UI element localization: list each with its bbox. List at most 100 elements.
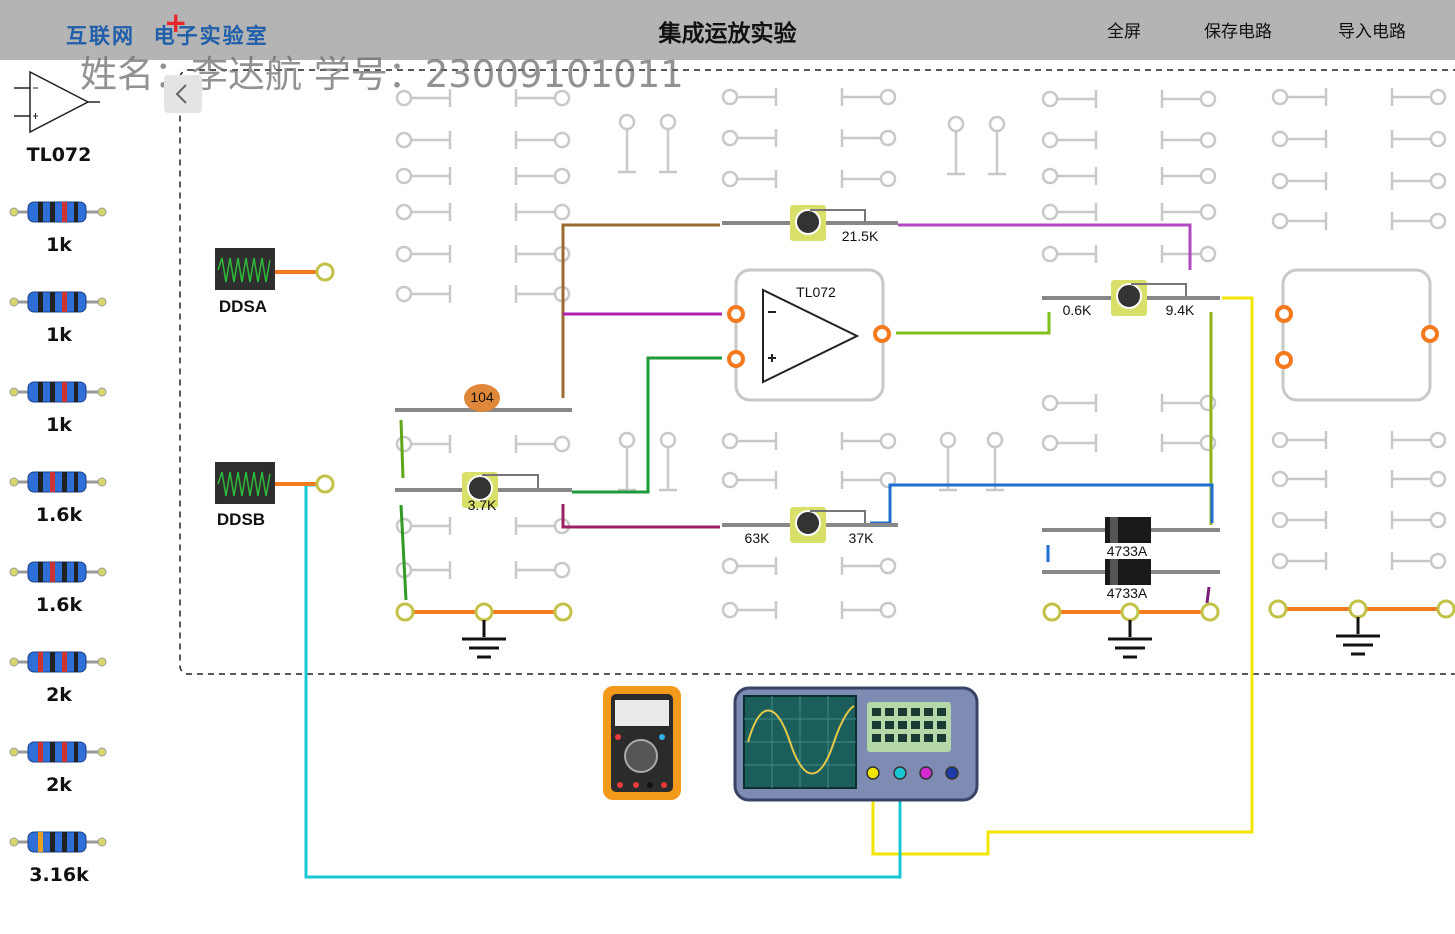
circuit-canvas: DDSA DDSB 104 TL072 21.5K 0.6K 9.4K 3.7K…: [9, 69, 1455, 879]
palette-item-resistor[interactable]: 1k: [14, 324, 104, 346]
pot-top-label: 21.5K: [842, 228, 879, 244]
diode-1-label: 4733A: [1107, 543, 1148, 559]
breadboard-contact: [1429, 88, 1447, 106]
pot-right-right-label: 9.4K: [1166, 302, 1195, 318]
breadboard-contact: [721, 170, 739, 188]
breadboard-contact: [1199, 90, 1217, 108]
breadboard-contact: [395, 167, 413, 185]
breadboard-contact: [1271, 212, 1289, 230]
breadboard-contact: [553, 131, 571, 149]
breadboard-contact: [986, 431, 1004, 449]
breadboard-contact: [1429, 511, 1447, 529]
ddsb-source-icon: [215, 462, 275, 504]
breadboard-contact: [395, 285, 413, 303]
diode-2-label: 4733A: [1107, 585, 1148, 601]
ddsa-label: DDSA: [219, 297, 267, 316]
breadboard-contact: [395, 245, 413, 263]
breadboard-contact: [1199, 203, 1217, 221]
chevron-left-icon: [175, 84, 187, 104]
breadboard-contact: [1199, 245, 1217, 263]
breadboard-contact: [1041, 90, 1059, 108]
breadboard-contact: [1429, 470, 1447, 488]
breadboard-contact: [659, 431, 677, 449]
resistor-icon: [9, 561, 107, 583]
resistor-icon: [9, 831, 107, 853]
breadboard-contact: [395, 203, 413, 221]
breadboard-contact: [1041, 131, 1059, 149]
breadboard-contact: [553, 203, 571, 221]
palette-item-tl072[interactable]: TL072: [14, 144, 104, 166]
resistor-icon: [9, 651, 107, 673]
breadboard-contact: [1429, 212, 1447, 230]
capacitor-label: 104: [470, 389, 494, 405]
breadboard-contact: [939, 431, 957, 449]
pot-left-label: 3.7K: [468, 497, 497, 513]
breadboard-contact: [721, 601, 739, 619]
pot-bottom-right-label: 37K: [849, 530, 875, 546]
breadboard-contact: [947, 115, 965, 133]
breadboard-contact: [1199, 394, 1217, 412]
breadboard-contact: [1429, 172, 1447, 190]
breadboard-contact: [395, 517, 413, 535]
breadboard-contact: [395, 435, 413, 453]
breadboard-contact: [618, 113, 636, 131]
empty-module-slot: [1275, 268, 1439, 402]
breadboard-contact: [1429, 431, 1447, 449]
breadboard-contact: [395, 131, 413, 149]
breadboard-contact: [1429, 130, 1447, 148]
breadboard-contact: [553, 167, 571, 185]
breadboard-contact: [1271, 431, 1289, 449]
breadboard-contact: [618, 431, 636, 449]
palette-item-resistor[interactable]: 1.6k: [14, 594, 104, 616]
breadboard-contact: [1271, 88, 1289, 106]
breadboard-contact: [1271, 172, 1289, 190]
breadboard-contact: [721, 557, 739, 575]
breadboard-contact: [879, 432, 897, 450]
breadboard-contact: [553, 435, 571, 453]
breadboard-contact: [553, 561, 571, 579]
oscilloscope-icon: [733, 686, 979, 802]
collapse-panel-button[interactable]: [164, 75, 202, 113]
breadboard-contact: [721, 471, 739, 489]
breadboard-contact: [1429, 552, 1447, 570]
breadboard-contact: [1041, 167, 1059, 185]
breadboard-contact: [1041, 245, 1059, 263]
breadboard-contact: [1199, 131, 1217, 149]
breadboard-contact: [1271, 470, 1289, 488]
palette-item-resistor[interactable]: 1.6k: [14, 504, 104, 526]
multimeter-icon: [603, 686, 681, 800]
breadboard-contact: [1041, 434, 1059, 452]
palette-item-resistor[interactable]: 2k: [14, 684, 104, 706]
opamp-label: TL072: [796, 284, 836, 300]
ground-icon: [462, 617, 1380, 659]
breadboard-contact: [1271, 552, 1289, 570]
breadboard-contact: [879, 88, 897, 106]
palette-item-resistor[interactable]: 1k: [14, 414, 104, 436]
breadboard-contact: [721, 432, 739, 450]
breadboard-contact: [659, 113, 677, 131]
resistor-icon: [9, 741, 107, 763]
breadboard-contact: [879, 129, 897, 147]
palette-item-resistor[interactable]: 2k: [14, 774, 104, 796]
palette-item-resistor[interactable]: 1k: [14, 234, 104, 256]
pot-bottom-left-label: 63K: [745, 530, 771, 546]
breadboard-contact: [879, 170, 897, 188]
ddsb-label: DDSB: [217, 510, 265, 529]
breadboard-contact: [1041, 394, 1059, 412]
breadboard-contact: [721, 88, 739, 106]
palette-item-resistor[interactable]: 3.16k: [14, 864, 104, 886]
resistor-icon: [9, 291, 107, 313]
breadboard-contact: [879, 557, 897, 575]
breadboard-contact: [721, 129, 739, 147]
ddsa-source-icon: [215, 248, 275, 290]
breadboard-contact: [1271, 511, 1289, 529]
resistor-icon: [9, 471, 107, 493]
breadboard-contact: [988, 115, 1006, 133]
resistor-icon: [9, 201, 107, 223]
breadboard-contact: [1199, 434, 1217, 452]
resistor-icon: [9, 381, 107, 403]
breadboard-contact: [879, 601, 897, 619]
breadboard-contact: [1271, 130, 1289, 148]
breadboard-contact: [1199, 167, 1217, 185]
breadboard-contact: [1041, 203, 1059, 221]
